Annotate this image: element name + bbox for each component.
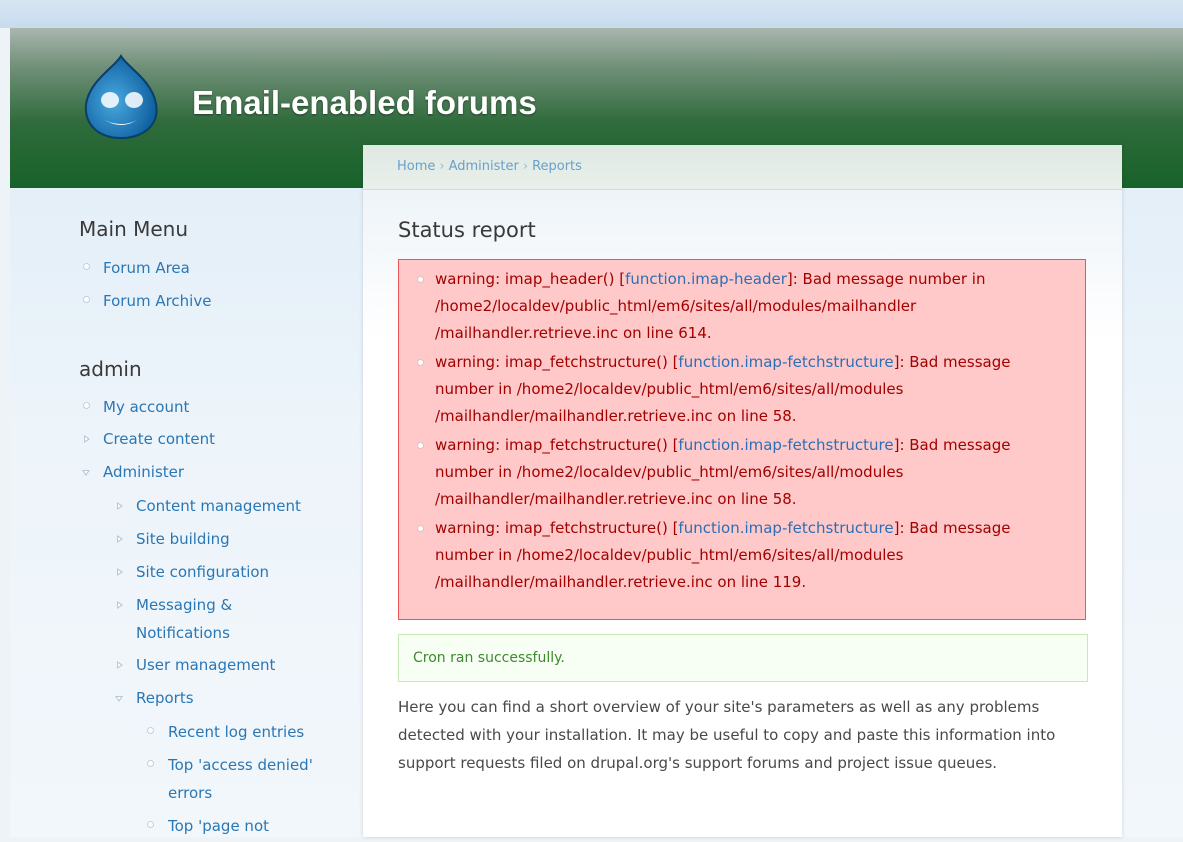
drupal-logo-icon[interactable]	[82, 54, 160, 140]
menu-item-site-building[interactable]: Site building	[136, 524, 230, 555]
breadcrumb-reports[interactable]: Reports	[532, 159, 582, 174]
status-message: Cron ran successfully.	[398, 634, 1088, 682]
breadcrumb-separator: ›	[439, 159, 445, 174]
top-strip	[0, 0, 1183, 28]
main-menu-title: Main Menu	[79, 217, 189, 241]
breadcrumb: Home › Administer › Reports	[397, 159, 582, 174]
menu-item-messaging[interactable]: Messaging &	[136, 590, 232, 621]
function-link[interactable]: function.imap-header	[625, 270, 787, 288]
error-message: warning: imap_fetchstructure() [function…	[417, 432, 1065, 513]
menu-item-administer[interactable]: Administer	[103, 457, 184, 488]
bullet-icon	[83, 402, 90, 409]
status-message-text: Cron ran successfully.	[413, 650, 565, 666]
breadcrumb-home[interactable]: Home	[397, 159, 435, 174]
admin-menu-title: admin	[79, 357, 142, 381]
sidebar: Main Menu Forum Area Forum Archive admin…	[10, 188, 360, 837]
bullet-icon	[147, 821, 154, 828]
collapsed-arrow-icon	[84, 435, 90, 443]
collapsed-arrow-icon	[117, 535, 123, 543]
site-name[interactable]: Email-enabled forums	[192, 84, 537, 122]
menu-item-top-page-not-found[interactable]: Top 'page not	[168, 811, 269, 842]
collapsed-arrow-icon	[117, 661, 123, 669]
page-title: Status report	[398, 218, 536, 242]
bullet-icon	[83, 263, 90, 270]
menu-item-messaging-cont[interactable]: Notifications	[136, 618, 230, 649]
collapsed-arrow-icon	[117, 502, 123, 510]
breadcrumb-bar: Home › Administer › Reports	[363, 145, 1122, 190]
collapsed-arrow-icon	[117, 601, 123, 609]
collapsed-arrow-icon	[117, 568, 123, 576]
error-messages: warning: imap_header() [function.imap-he…	[398, 259, 1086, 620]
breadcrumb-administer[interactable]: Administer	[449, 159, 519, 174]
breadcrumb-separator: ›	[522, 159, 529, 174]
expanded-arrow-icon	[82, 470, 90, 476]
menu-item-top-access-denied[interactable]: Top 'access denied'	[168, 750, 313, 781]
menu-item-top-access-denied-cont[interactable]: errors	[168, 778, 212, 809]
bullet-icon	[147, 760, 154, 767]
function-link[interactable]: function.imap-fetchstructure	[678, 519, 893, 537]
menu-item-site-configuration[interactable]: Site configuration	[136, 557, 269, 588]
function-link[interactable]: function.imap-fetchstructure	[678, 436, 893, 454]
menu-item-reports[interactable]: Reports	[136, 683, 194, 714]
error-message: warning: imap_fetchstructure() [function…	[417, 515, 1065, 596]
bullet-icon	[83, 296, 90, 303]
menu-item-user-management[interactable]: User management	[136, 650, 275, 681]
menu-item-content-management[interactable]: Content management	[136, 491, 301, 522]
menu-item-forum-area[interactable]: Forum Area	[103, 253, 190, 284]
function-link[interactable]: function.imap-fetchstructure	[678, 353, 893, 371]
expanded-arrow-icon	[115, 696, 123, 702]
intro-text: Here you can find a short overview of yo…	[398, 698, 1056, 772]
bullet-icon	[147, 727, 154, 734]
menu-item-forum-archive[interactable]: Forum Archive	[103, 286, 211, 317]
error-message: warning: imap_header() [function.imap-he…	[417, 266, 1065, 347]
error-message: warning: imap_fetchstructure() [function…	[417, 349, 1065, 430]
content-column: Home › Administer › Reports Status report wa…	[363, 145, 1122, 837]
menu-item-my-account[interactable]: My account	[103, 392, 189, 423]
menu-item-create-content[interactable]: Create content	[103, 424, 215, 455]
menu-item-recent-log-entries[interactable]: Recent log entries	[168, 717, 304, 748]
